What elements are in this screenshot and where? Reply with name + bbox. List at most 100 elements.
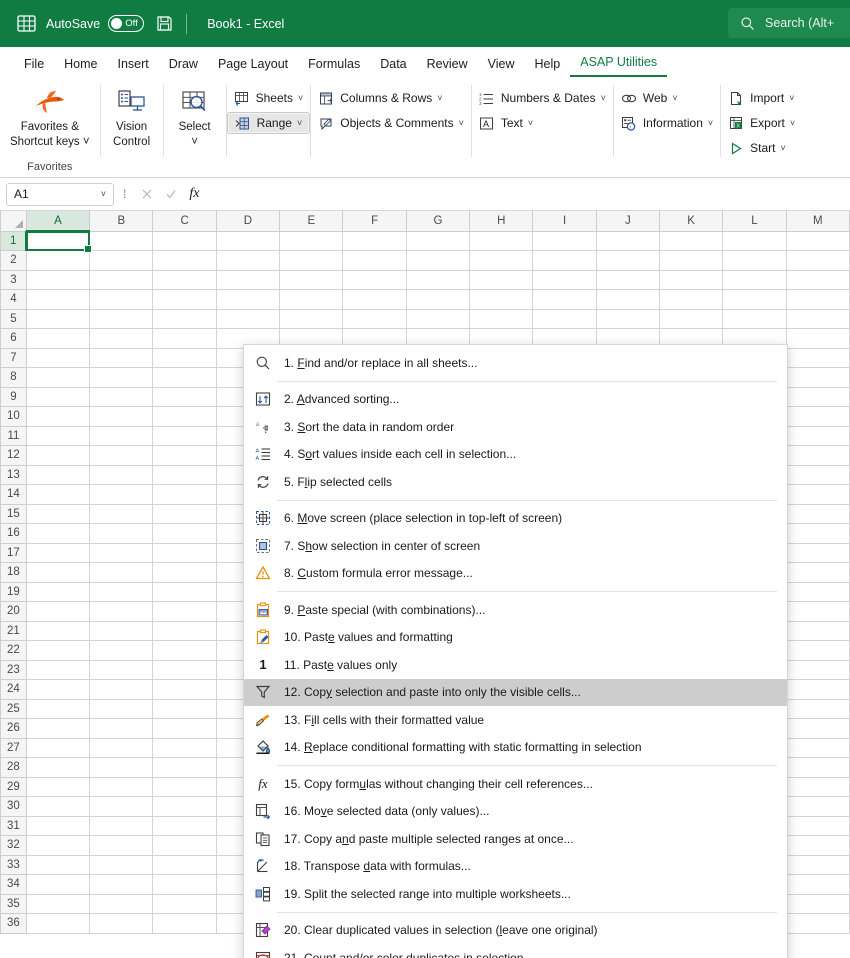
cell-c8[interactable] <box>152 367 217 388</box>
tab-data[interactable]: Data <box>370 54 416 77</box>
cell-i3[interactable] <box>532 269 597 290</box>
favorites-shortcut-keys-button[interactable]: Favorites & Shortcut keys ˅ <box>0 81 100 149</box>
cell-b13[interactable] <box>89 464 154 485</box>
cell-m23[interactable] <box>785 659 850 680</box>
row-header-25[interactable]: 25 <box>0 698 27 719</box>
cell-h2[interactable] <box>469 250 534 271</box>
cell-l4[interactable] <box>722 289 787 310</box>
column-header-k[interactable]: K <box>658 211 724 232</box>
row-header-12[interactable]: 12 <box>0 445 27 466</box>
chevron-down-icon[interactable]: ˅ <box>101 189 106 199</box>
row-header-1[interactable]: 1 <box>0 230 28 251</box>
chevron-down-icon[interactable]: ˅ <box>790 118 795 128</box>
column-header-f[interactable]: F <box>342 211 407 232</box>
cell-m27[interactable] <box>785 737 850 758</box>
chevron-down-icon[interactable]: ˅ <box>191 136 198 149</box>
cell-b19[interactable] <box>89 581 154 602</box>
row-header-20[interactable]: 20 <box>0 601 27 622</box>
sheets-menu-button[interactable]: Sheets ˅ <box>227 87 311 109</box>
chevron-down-icon[interactable]: ˅ <box>780 143 785 153</box>
chevron-down-icon[interactable]: ˅ <box>789 93 794 103</box>
cell-h1[interactable] <box>469 230 534 251</box>
cell-m36[interactable] <box>785 913 850 934</box>
cell-c2[interactable] <box>152 250 217 271</box>
columns-rows-menu-button[interactable]: Columns & Rows ˅ <box>311 87 471 109</box>
cell-a36[interactable] <box>25 913 91 934</box>
cell-c22[interactable] <box>152 640 217 661</box>
cell-l5[interactable] <box>722 308 787 329</box>
cell-b1[interactable] <box>89 230 154 251</box>
column-header-l[interactable]: L <box>722 211 787 232</box>
tab-review[interactable]: Review <box>417 54 478 77</box>
chevron-down-icon[interactable]: ˅ <box>297 118 302 128</box>
cell-m29[interactable] <box>785 776 850 797</box>
cell-b26[interactable] <box>89 718 154 739</box>
cell-c31[interactable] <box>152 815 217 836</box>
cell-k1[interactable] <box>658 230 724 251</box>
cell-b30[interactable] <box>89 796 154 817</box>
cell-j2[interactable] <box>595 250 660 271</box>
cell-m22[interactable] <box>785 640 850 661</box>
cell-m31[interactable] <box>785 815 850 836</box>
row-header-7[interactable]: 7 <box>0 347 27 368</box>
row-header-16[interactable]: 16 <box>0 523 27 544</box>
menu-item-8[interactable]: 8. Custom formula error message... <box>244 560 787 588</box>
tab-file[interactable]: File <box>14 54 54 77</box>
column-header-d[interactable]: D <box>215 211 281 232</box>
row-header-10[interactable]: 10 <box>0 406 27 427</box>
row-header-29[interactable]: 29 <box>0 776 27 797</box>
menu-item-15[interactable]: fx 15. Copy formulas without changing the… <box>244 770 787 798</box>
menu-item-3[interactable]: á 3. Sort the data in random order <box>244 413 787 441</box>
menu-item-14[interactable]: 14. Replace conditional formatting with … <box>244 734 787 762</box>
cell-c25[interactable] <box>152 698 217 719</box>
cell-b5[interactable] <box>89 308 154 329</box>
menu-item-20[interactable]: 20. Clear duplicated values in selection… <box>244 917 787 945</box>
row-header-23[interactable]: 23 <box>0 659 27 680</box>
tab-page-layout[interactable]: Page Layout <box>208 54 298 77</box>
cell-c6[interactable] <box>152 328 217 349</box>
cell-a35[interactable] <box>25 893 91 914</box>
cell-f3[interactable] <box>342 269 407 290</box>
cell-a22[interactable] <box>25 640 91 661</box>
cell-c20[interactable] <box>152 601 217 622</box>
cancel-icon[interactable] <box>141 188 153 200</box>
cell-m4[interactable] <box>785 289 850 310</box>
row-header-13[interactable]: 13 <box>0 464 27 485</box>
confirm-check-icon[interactable] <box>165 188 177 200</box>
menu-item-19[interactable]: 19. Split the selected range into multip… <box>244 880 787 908</box>
row-header-6[interactable]: 6 <box>0 328 27 349</box>
tab-help[interactable]: Help <box>525 54 571 77</box>
cell-c35[interactable] <box>152 893 217 914</box>
row-header-11[interactable]: 11 <box>0 425 27 446</box>
row-header-30[interactable]: 30 <box>0 796 27 817</box>
cell-c15[interactable] <box>152 503 217 524</box>
tab-insert[interactable]: Insert <box>108 54 159 77</box>
cell-m17[interactable] <box>785 542 850 563</box>
cell-c21[interactable] <box>152 620 217 641</box>
cell-m1[interactable] <box>785 230 850 251</box>
cell-k5[interactable] <box>658 308 724 329</box>
row-header-34[interactable]: 34 <box>0 874 27 895</box>
cell-a8[interactable] <box>25 367 91 388</box>
cell-a30[interactable] <box>25 796 91 817</box>
cell-m24[interactable] <box>785 679 850 700</box>
cell-c10[interactable] <box>152 406 217 427</box>
cell-a15[interactable] <box>25 503 91 524</box>
cell-d1[interactable] <box>215 230 281 251</box>
cell-g4[interactable] <box>405 289 471 310</box>
cell-b12[interactable] <box>89 445 154 466</box>
cell-a16[interactable] <box>25 523 91 544</box>
cell-d3[interactable] <box>215 269 281 290</box>
cell-m26[interactable] <box>785 718 850 739</box>
cell-b22[interactable] <box>89 640 154 661</box>
cell-m12[interactable] <box>785 445 850 466</box>
cell-b31[interactable] <box>89 815 154 836</box>
cell-l2[interactable] <box>722 250 787 271</box>
cell-m5[interactable] <box>785 308 850 329</box>
name-box[interactable]: A1 ˅ <box>6 182 114 206</box>
search-input[interactable]: Search (Alt+ <box>728 8 850 38</box>
select-all-corner[interactable] <box>0 211 27 232</box>
cell-m11[interactable] <box>785 425 850 446</box>
cell-c36[interactable] <box>152 913 217 934</box>
cell-m28[interactable] <box>785 757 850 778</box>
